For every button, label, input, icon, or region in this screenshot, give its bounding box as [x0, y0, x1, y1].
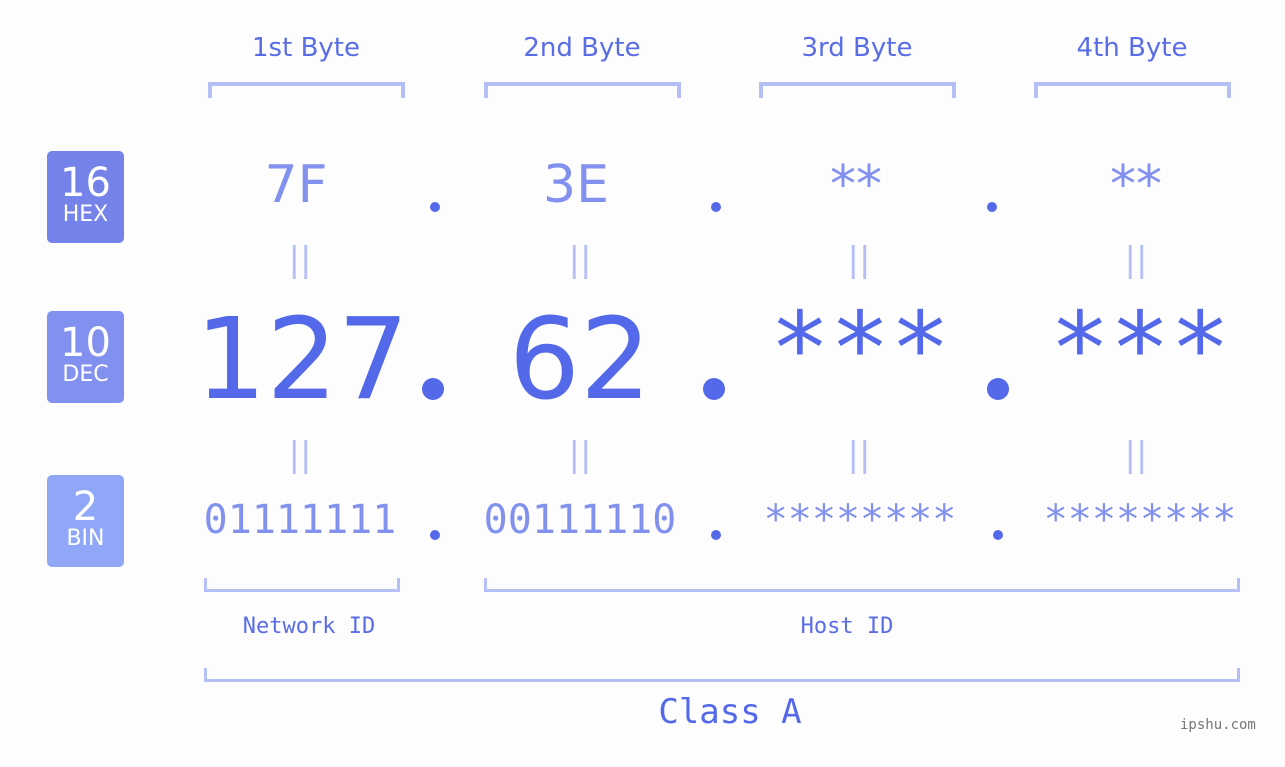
bin-value-2: 00111110 [483, 497, 677, 543]
dec-base-label: DEC [62, 362, 109, 387]
hex-base-number: 16 [60, 160, 111, 206]
bin-separator-dot [711, 530, 721, 540]
dec-value-1: 127 [195, 295, 409, 425]
dec-value-3: *** [769, 290, 951, 407]
hex-separator-dot [987, 202, 997, 212]
hex-separator-dot [430, 202, 440, 212]
equals-sign: || [288, 240, 312, 280]
byte-bracket-4 [1034, 82, 1231, 98]
dec-value-4: *** [1049, 290, 1231, 407]
hex-badge: 16 HEX [47, 151, 124, 243]
equals-sign: || [1124, 240, 1148, 280]
byte-bracket-1 [208, 82, 405, 98]
byte-header-4: 4th Byte [1076, 33, 1188, 63]
dec-separator-dot [703, 378, 725, 400]
byte-bracket-3 [759, 82, 956, 98]
bin-separator-dot [993, 530, 1003, 540]
bin-badge: 2 BIN [47, 475, 124, 567]
hex-value-3: ** [830, 155, 882, 215]
host-id-label: Host ID [800, 614, 894, 639]
host-id-bracket [484, 578, 1240, 592]
network-id-label: Network ID [242, 614, 376, 639]
watermark: ipshu.com [1180, 717, 1256, 733]
bin-value-4: ******** [1043, 497, 1237, 543]
equals-sign: || [568, 435, 592, 475]
byte-header-2: 2nd Byte [523, 33, 641, 63]
equals-sign: || [288, 435, 312, 475]
dec-separator-dot [987, 378, 1009, 400]
hex-value-4: ** [1110, 155, 1162, 215]
hex-value-2: 3E [543, 155, 609, 215]
byte-bracket-2 [484, 82, 681, 98]
bin-base-number: 2 [72, 484, 99, 530]
network-id-bracket [204, 578, 400, 592]
byte-header-1: 1st Byte [252, 33, 360, 63]
hex-separator-dot [711, 202, 721, 212]
bin-base-label: BIN [66, 526, 105, 551]
hex-base-label: HEX [62, 202, 109, 227]
bin-value-1: 01111111 [203, 497, 397, 543]
dec-value-2: 62 [508, 295, 652, 425]
equals-sign: || [847, 240, 871, 280]
equals-sign: || [847, 435, 871, 475]
bin-separator-dot [430, 530, 440, 540]
bin-value-3: ******** [763, 497, 957, 543]
byte-header-3: 3rd Byte [801, 33, 913, 63]
hex-value-1: 7F [264, 155, 328, 215]
class-label: Class A [658, 692, 802, 732]
equals-sign: || [568, 240, 592, 280]
dec-separator-dot [422, 378, 444, 400]
dec-badge: 10 DEC [47, 311, 124, 403]
class-bracket [204, 668, 1240, 682]
equals-sign: || [1124, 435, 1148, 475]
dec-base-number: 10 [60, 320, 111, 366]
